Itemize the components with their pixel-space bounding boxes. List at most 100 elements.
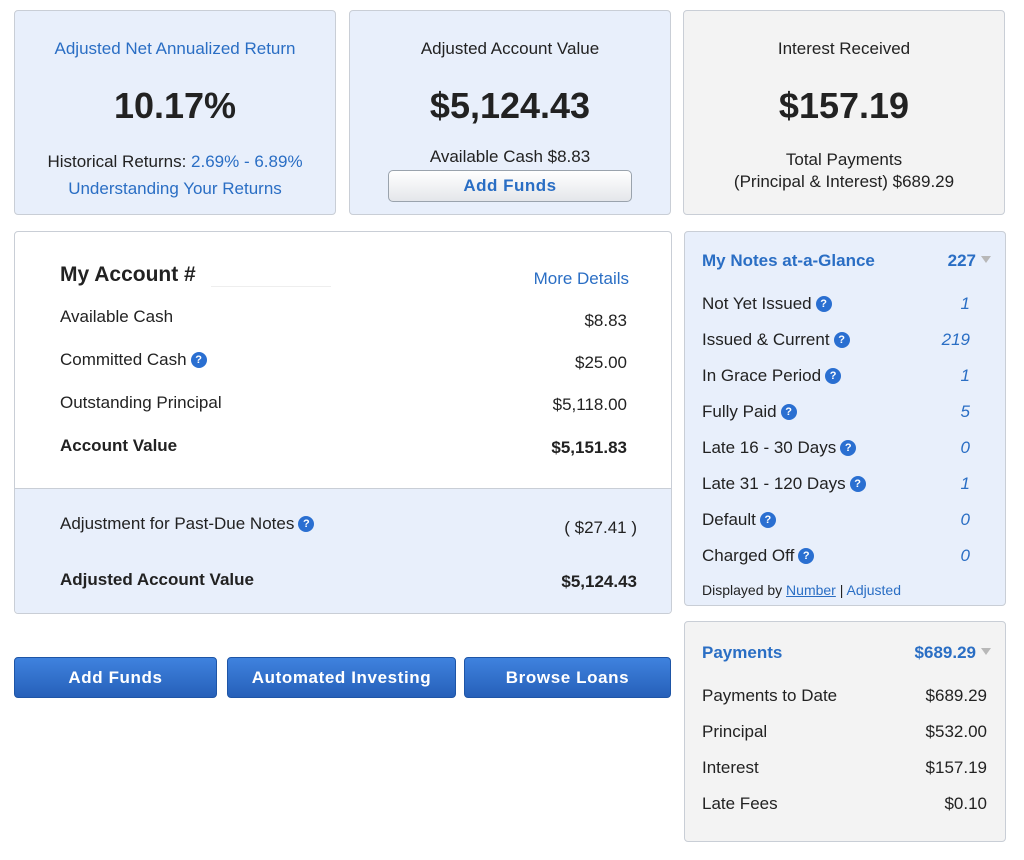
available-cash-value: $8.83 <box>584 311 627 330</box>
list-item: Default? 0 <box>702 510 988 534</box>
notes-glance-title[interactable]: My Notes at-a-Glance <box>702 251 875 271</box>
help-icon[interactable]: ? <box>759 512 776 528</box>
automated-investing-button[interactable]: Automated Investing <box>227 657 456 698</box>
account-value-amount: $5,124.43 <box>429 85 591 126</box>
historical-returns-label: Historical Returns: <box>47 152 187 171</box>
return-value: 10.17% <box>113 85 237 126</box>
more-details-link[interactable]: More Details <box>534 269 629 289</box>
payment-label: Principal <box>702 722 768 741</box>
add-funds-button-small[interactable]: Add Funds <box>388 170 632 202</box>
help-icon[interactable]: ? <box>840 440 857 456</box>
list-item: Principal $532.00 <box>702 722 987 746</box>
adjustment-value: ( $27.41 ) <box>564 518 637 537</box>
display-adjusted-link[interactable]: Adjusted <box>847 582 901 598</box>
understanding-returns-link[interactable]: Understanding Your Returns <box>15 179 335 199</box>
help-icon[interactable]: ? <box>298 516 315 532</box>
adjustment-section: Adjustment for Past-Due Notes? ( $27.41 … <box>15 488 671 613</box>
list-item: Late 31 - 120 Days? 1 <box>702 474 988 498</box>
payment-label: Interest <box>702 758 759 777</box>
payment-value: $532.00 <box>925 722 987 741</box>
available-cash-label: Available Cash <box>60 307 174 326</box>
browse-loans-button[interactable]: Browse Loans <box>464 657 671 698</box>
account-value-row-value: $5,151.83 <box>551 438 627 457</box>
note-status-count[interactable]: 0 <box>961 510 970 530</box>
displayed-by-label: Displayed by <box>702 582 783 598</box>
adjusted-account-value: $5,124.43 <box>561 572 637 591</box>
payments-total-amount: $689.29 <box>914 643 976 662</box>
notes-total-count: 227 <box>947 251 976 270</box>
help-icon[interactable]: ? <box>825 368 842 384</box>
available-cash-summary: Available Cash $8.83 <box>429 147 591 166</box>
help-icon[interactable]: ? <box>798 548 815 564</box>
payments-title[interactable]: Payments <box>702 643 782 663</box>
total-payments-line1: Total Payments <box>785 150 903 169</box>
adjustment-label: Adjustment for Past-Due Notes <box>60 514 295 533</box>
note-status-count[interactable]: 0 <box>961 546 970 566</box>
note-status-count[interactable]: 0 <box>961 438 970 458</box>
historical-returns: Historical Returns: 2.69% - 6.89% <box>15 152 335 172</box>
note-status-label: Default <box>702 510 756 529</box>
help-icon[interactable]: ? <box>815 296 832 312</box>
help-icon[interactable]: ? <box>833 332 850 348</box>
payments-panel: Payments $689.29 Payments to Date $689.2… <box>684 621 1006 842</box>
list-item: Issued & Current? 219 <box>702 330 988 354</box>
committed-cash-value: $25.00 <box>575 353 627 372</box>
display-separator: | <box>839 582 844 598</box>
my-account-title: My Account # <box>60 263 196 286</box>
note-status-label: Late 16 - 30 Days <box>702 438 837 457</box>
displayed-by: Displayed by Number | Adjusted <box>702 582 901 598</box>
total-payments-line2: (Principal & Interest) $689.29 <box>733 172 955 191</box>
account-value-row-label: Account Value <box>60 436 178 455</box>
help-icon[interactable]: ? <box>849 476 866 492</box>
note-status-label: In Grace Period <box>702 366 822 385</box>
account-number-redacted <box>211 258 331 287</box>
list-item: Fully Paid? 5 <box>702 402 988 426</box>
payment-label: Payments to Date <box>702 686 838 705</box>
payment-value: $157.19 <box>925 758 987 777</box>
payment-value: $689.29 <box>925 686 987 705</box>
outstanding-principal-label: Outstanding Principal <box>60 393 222 412</box>
note-status-count[interactable]: 1 <box>961 474 970 494</box>
payments-total[interactable]: $689.29 <box>915 643 991 663</box>
help-icon[interactable]: ? <box>190 352 207 368</box>
interest-value: $157.19 <box>778 85 910 126</box>
note-status-count[interactable]: 1 <box>961 366 970 386</box>
my-account-panel: My Account # More Details Available Cash… <box>14 231 672 614</box>
note-status-count[interactable]: 219 <box>942 330 970 350</box>
help-icon[interactable]: ? <box>780 404 797 420</box>
note-status-count[interactable]: 1 <box>961 294 970 314</box>
committed-cash-row: Committed Cash? <box>60 350 207 370</box>
return-card: Adjusted Net Annualized Return 10.17% Hi… <box>14 10 336 215</box>
interest-card: Interest Received $157.19 Total Payments… <box>683 10 1005 215</box>
caret-down-icon[interactable] <box>981 648 991 655</box>
list-item: Late 16 - 30 Days? 0 <box>702 438 988 462</box>
add-funds-button[interactable]: Add Funds <box>14 657 217 698</box>
list-item: Payments to Date $689.29 <box>702 686 987 710</box>
adjustment-row: Adjustment for Past-Due Notes? <box>60 514 315 534</box>
note-status-count[interactable]: 5 <box>961 402 970 422</box>
note-status-label: Late 31 - 120 Days <box>702 474 846 493</box>
adjusted-account-value-label: Adjusted Account Value <box>60 570 254 589</box>
list-item: Charged Off? 0 <box>702 546 988 570</box>
interest-label: Interest Received <box>777 39 911 58</box>
notes-glance-panel: My Notes at-a-Glance 227 Not Yet Issued?… <box>684 231 1006 606</box>
committed-cash-label: Committed Cash <box>60 350 187 369</box>
payment-value: $0.10 <box>944 794 987 813</box>
list-item: Not Yet Issued? 1 <box>702 294 988 318</box>
notes-glance-total[interactable]: 227 <box>948 251 991 271</box>
account-value-card: Adjusted Account Value $5,124.43 Availab… <box>349 10 671 215</box>
payment-label: Late Fees <box>702 794 778 813</box>
account-value-label: Adjusted Account Value <box>420 39 600 58</box>
list-item: Interest $157.19 <box>702 758 987 782</box>
historical-returns-range: 2.69% - 6.89% <box>191 152 303 171</box>
note-status-label: Charged Off <box>702 546 795 565</box>
caret-down-icon[interactable] <box>981 256 991 263</box>
note-status-label: Fully Paid <box>702 402 777 421</box>
list-item: Late Fees $0.10 <box>702 794 987 818</box>
list-item: In Grace Period? 1 <box>702 366 988 390</box>
display-number-link[interactable]: Number <box>786 582 836 598</box>
note-status-label: Issued & Current <box>702 330 830 349</box>
note-status-label: Not Yet Issued <box>702 294 812 313</box>
return-label[interactable]: Adjusted Net Annualized Return <box>15 39 335 59</box>
outstanding-principal-value: $5,118.00 <box>552 395 627 414</box>
